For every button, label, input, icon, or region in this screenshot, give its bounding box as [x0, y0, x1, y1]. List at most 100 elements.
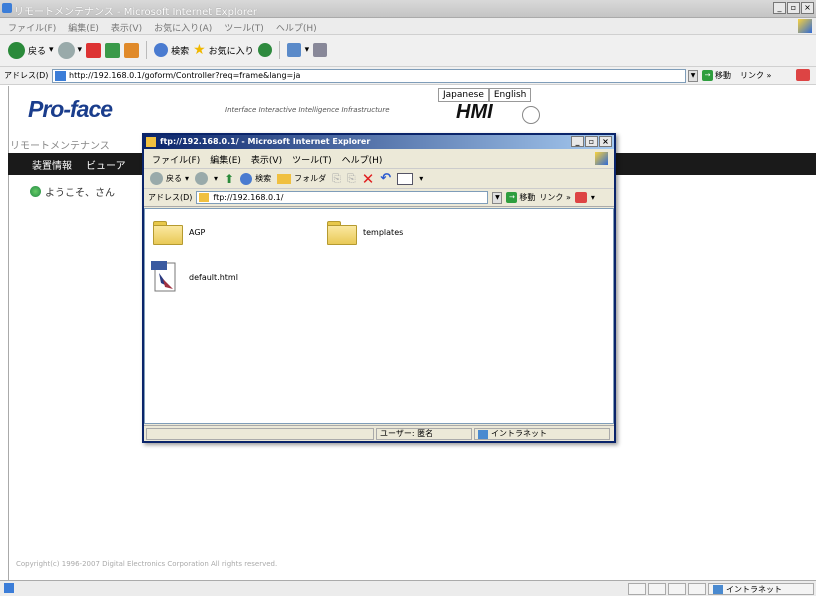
nav-viewer[interactable]: ビューア [86, 157, 126, 172]
folder-item-agp[interactable]: AGP [153, 221, 206, 245]
outer-toolbar: 戻る ▾ ▾ 検索 ★ お気に入り ▾ [0, 35, 816, 67]
ftp-status-zone: イントラネット [491, 429, 547, 438]
ftp-search-label: 検索 [255, 174, 272, 183]
menu-edit[interactable]: 編集(E) [68, 21, 99, 34]
ftp-menu-help[interactable]: ヘルプ(H) [342, 153, 383, 166]
ftp-folders-button[interactable]: フォルダ [277, 173, 326, 184]
menu-favorites[interactable]: お気に入り(A) [154, 21, 212, 34]
address-dropdown-button[interactable]: ▼ [688, 70, 698, 82]
ftp-folder-small-icon [199, 193, 210, 202]
menu-help[interactable]: ヘルプ(H) [276, 21, 317, 34]
outer-title-bar: リモートメンテナンス - Microsoft Internet Explorer… [0, 0, 816, 18]
menu-tools[interactable]: ツール(T) [224, 21, 264, 34]
outer-window-title: リモートメンテナンス - Microsoft Internet Explorer [14, 7, 257, 18]
welcome-message: ようこそ、さん [30, 184, 115, 199]
ftp-back-icon [150, 172, 163, 185]
copyright: Copyright(c) 1996-2007 Digital Electroni… [16, 560, 278, 568]
proface-logo: Pro-face [28, 96, 113, 122]
close-button[interactable]: × [801, 2, 814, 14]
lang-english-link[interactable]: English [488, 88, 532, 102]
address-input[interactable]: http://192.168.0.1/goform/Controller?req… [52, 69, 686, 83]
ftp-copy-icon[interactable]: ⎘ [347, 172, 356, 186]
ftp-go-button[interactable]: → 移動 [506, 192, 535, 203]
folder-name: templates [363, 227, 404, 237]
folder-item-templates[interactable]: templates [327, 221, 404, 245]
nav-device-info[interactable]: 装置情報 [32, 157, 72, 172]
ftp-delete-icon[interactable]: ✕ [362, 170, 375, 188]
address-value: http://192.168.0.1/goform/Controller?req… [69, 71, 301, 80]
back-label: 戻る [28, 46, 47, 57]
history-icon[interactable] [257, 43, 272, 57]
menu-view[interactable]: 表示(V) [111, 21, 142, 34]
globe-icon [30, 186, 41, 197]
language-tabs: Japanese English [438, 88, 532, 102]
ftp-address-dropdown[interactable]: ▼ [492, 191, 503, 204]
ftp-maximize-button[interactable]: ▫ [585, 136, 598, 147]
lang-japanese-link[interactable]: Japanese [438, 88, 489, 102]
folder-name: AGP [189, 227, 206, 237]
ftp-status-user: ユーザー: 匿名 [376, 428, 472, 440]
ftp-minimize-button[interactable]: _ [571, 136, 584, 147]
ftp-search-button[interactable]: 検索 [240, 172, 272, 185]
go-arrow-icon: → [702, 70, 713, 81]
forward-button[interactable]: ▾ [57, 41, 82, 59]
ftp-address-input[interactable]: ftp://192.168.0.1/ [196, 191, 489, 204]
menu-file[interactable]: ファイル(F) [8, 21, 56, 34]
toolbar-extra-icon[interactable] [796, 69, 810, 81]
ftp-file-list: AGP templates default.html [144, 208, 614, 424]
ftp-up-folder-icon[interactable]: ⬆ [224, 172, 234, 186]
mail-icon[interactable] [286, 43, 301, 57]
print-icon[interactable] [313, 43, 328, 57]
ftp-search-icon [240, 172, 253, 185]
ftp-menu-file[interactable]: ファイル(F) [152, 153, 200, 166]
ftp-menu-view[interactable]: 表示(V) [251, 153, 282, 166]
star-icon: ★ [193, 42, 206, 58]
stop-icon[interactable] [86, 42, 102, 58]
ftp-undo-icon[interactable]: ↶ [380, 171, 391, 186]
go-button[interactable]: → 移動 [702, 70, 731, 81]
tagline: Interface Interactive Intelligence Infra… [225, 106, 390, 114]
ftp-address-bar: アドレス(D) ftp://192.168.0.1/ ▼ → 移動 リンク » … [144, 189, 614, 207]
go-label: 移動 [715, 71, 731, 80]
ftp-window-icon [146, 137, 156, 147]
forward-arrow-icon [57, 41, 75, 59]
ftp-close-button[interactable]: × [599, 136, 612, 147]
ie-icon [2, 3, 12, 13]
ftp-toolbar: 戻る ▾ ▾ ⬆ 検索 フォルダ ⎘ ⎘ ✕ ↶ ▾ [144, 169, 614, 189]
links-button[interactable]: リンク » [740, 70, 771, 81]
ftp-links-button[interactable]: リンク » [539, 192, 570, 203]
ftp-menu-tools[interactable]: ツール(T) [292, 153, 332, 166]
ftp-views-icon[interactable] [397, 172, 414, 185]
ftp-move-icon[interactable]: ⎘ [332, 172, 341, 186]
ftp-menu-bar: ファイル(F) 編集(E) 表示(V) ツール(T) ヘルプ(H) [144, 149, 614, 169]
html-file-icon [151, 261, 181, 293]
welcome-text: ようこそ、さん [45, 188, 115, 199]
file-item-default-html[interactable]: default.html [151, 261, 238, 293]
ftp-address-label: アドレス(D) [148, 193, 193, 202]
file-name: default.html [189, 272, 238, 282]
ftp-window-controls: _ ▫ × [571, 136, 612, 147]
ftp-back-label: 戻る [166, 174, 182, 183]
ftp-address-value: ftp://192.168.0.1/ [213, 193, 284, 202]
hmi-circle-icon [522, 106, 540, 124]
remote-maintenance-title: リモートメンテナンス [10, 141, 110, 152]
outer-zone-label: イントラネット [726, 584, 782, 594]
search-label: 検索 [171, 46, 190, 57]
home-icon[interactable] [124, 42, 140, 58]
refresh-icon[interactable] [105, 42, 121, 58]
back-button[interactable]: 戻る ▾ [8, 41, 54, 59]
maximize-button[interactable]: ▫ [787, 2, 800, 14]
favorites-label: お気に入り [208, 46, 254, 57]
ftp-back-button[interactable]: 戻る ▾ [150, 172, 189, 185]
search-icon [154, 43, 169, 57]
ftp-extra-icon[interactable] [574, 192, 587, 203]
ftp-windows-logo-icon [595, 152, 608, 165]
back-arrow-icon [8, 41, 25, 59]
hmi-logo: HMI [456, 101, 493, 123]
windows-logo-icon [798, 19, 812, 33]
ftp-forward-icon[interactable] [195, 172, 209, 185]
ftp-menu-edit[interactable]: 編集(E) [210, 153, 241, 166]
search-button[interactable]: 検索 [154, 43, 189, 57]
minimize-button[interactable]: _ [773, 2, 786, 14]
favorites-button[interactable]: ★ お気に入り [193, 42, 254, 58]
